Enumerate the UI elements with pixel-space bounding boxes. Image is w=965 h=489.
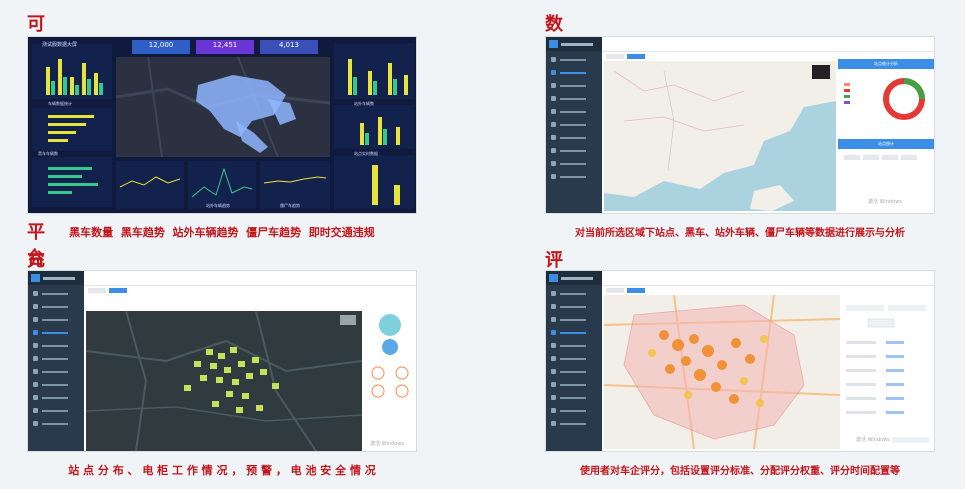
sidebar-item[interactable] <box>33 315 79 324</box>
chart-label-5: 僵尸车趋势 <box>280 203 300 208</box>
stat-2: 12,451 <box>212 41 238 49</box>
panel-caption: 使用者对车企评分，包括设置评分标准、分配评分权重、评分时间配置等 <box>580 466 900 477</box>
sidebar-item[interactable] <box>33 354 79 363</box>
side-panel-header-2: 站点统计 <box>838 139 934 149</box>
sidebar-item[interactable] <box>551 133 597 142</box>
sidebar-item[interactable] <box>551 315 597 324</box>
sidebar-item[interactable] <box>33 328 79 337</box>
sidebar-item[interactable] <box>33 419 79 428</box>
sidebar-item[interactable] <box>551 341 597 350</box>
sidebar-item[interactable] <box>33 393 79 402</box>
sidebar-item[interactable] <box>551 289 597 298</box>
sidebar-item[interactable] <box>551 159 597 168</box>
sidebar-item[interactable] <box>551 354 597 363</box>
sidebar-item[interactable] <box>551 406 597 415</box>
sidebar-item[interactable] <box>551 120 597 129</box>
top-bar <box>602 271 934 286</box>
sidebar-item[interactable] <box>551 94 597 103</box>
sidebar-item[interactable] <box>33 367 79 376</box>
watermark: 激活 Windows <box>370 441 404 447</box>
chart-label-2: 站外车辆数 <box>354 101 374 106</box>
top-bar <box>602 37 934 52</box>
sidebar-item[interactable] <box>551 367 597 376</box>
sidebar-item[interactable] <box>551 146 597 155</box>
watermark: 激活 Windows <box>856 437 890 443</box>
side-panel: 站点统计分析 站点统计 激活 Windows <box>838 55 934 211</box>
dashboard-graphic <box>28 37 416 213</box>
dashboard-screenshot: 测试服数据大屏 12,000 12,451 4,013 车辆数据统计 站外车辆数… <box>27 36 417 214</box>
stat-1: 12,000 <box>148 41 174 49</box>
chart-label-3: 黑车车辆数 <box>38 151 58 156</box>
chart-label-6: 站点实时数据 <box>354 151 378 156</box>
sidebar-item[interactable] <box>551 107 597 116</box>
sidebar-item[interactable] <box>551 81 597 90</box>
sidebar-item[interactable] <box>551 172 597 181</box>
map-view[interactable] <box>604 61 836 211</box>
sidebar <box>546 271 602 451</box>
sidebar <box>546 37 602 213</box>
sidebar-item[interactable] <box>33 380 79 389</box>
panel-caption: 黑车数量 黑车趋势 站外车辆趋势 僵尸车趋势 即时交通违规 <box>69 226 375 239</box>
panel-caption: 对当前所选区域下站点、黑车、站外车辆、僵尸车辆等数据进行展示与分析 <box>575 228 905 239</box>
sidebar-item[interactable] <box>551 380 597 389</box>
right-panel <box>364 311 416 451</box>
charging-screenshot: 激活 Windows <box>27 270 417 452</box>
sidebar-item[interactable] <box>33 406 79 415</box>
sidebar-item[interactable] <box>551 302 597 311</box>
stat-3: 4,013 <box>278 41 300 49</box>
sidebar-item[interactable] <box>551 393 597 402</box>
sidebar-item[interactable] <box>33 289 79 298</box>
analysis-screenshot: 站点统计分析 站点统计 激活 Windows <box>545 36 935 214</box>
sidebar-item[interactable] <box>33 302 79 311</box>
watermark: 激活 Windows <box>868 199 902 205</box>
tab-bar <box>84 286 416 294</box>
sidebar-item[interactable] <box>551 419 597 428</box>
station-map[interactable] <box>86 311 362 451</box>
heat-map[interactable] <box>604 295 840 449</box>
sidebar-item[interactable] <box>551 55 597 64</box>
panel-caption: 站 点 分 布 、 电 柜 工 作 情 况 ， 预 警 ， 电 池 安 全 情 … <box>68 464 376 477</box>
chart-label-1: 车辆数据统计 <box>48 101 72 106</box>
chart-label-4: 站外车辆趋势 <box>206 203 230 208</box>
dashboard-title: 测试服数据大屏 <box>42 42 78 48</box>
sidebar-item[interactable] <box>551 328 597 337</box>
top-bar <box>84 271 416 286</box>
sidebar-item[interactable] <box>551 68 597 77</box>
sidebar-item[interactable] <box>33 341 79 350</box>
scoring-screenshot: 激活 Windows <box>545 270 935 452</box>
side-panel-header: 站点统计分析 <box>838 59 934 69</box>
sidebar <box>28 271 84 451</box>
score-panel: 激活 Windows <box>842 291 934 449</box>
donut-chart <box>844 78 925 120</box>
